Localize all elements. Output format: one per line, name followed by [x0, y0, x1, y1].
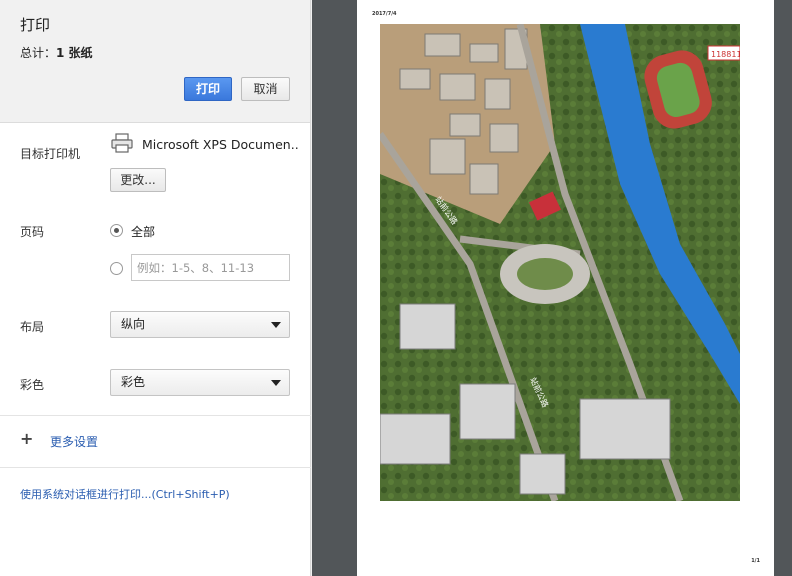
destination-label: 目标打印机: [20, 147, 81, 161]
total-label: 总计：: [20, 46, 57, 60]
plus-icon[interactable]: +: [20, 431, 33, 447]
watermark-text: 三门新闻: [684, 535, 756, 555]
print-button[interactable]: 打印: [184, 77, 232, 101]
chevron-down-icon: [271, 322, 281, 328]
pages-range-input[interactable]: [131, 254, 290, 281]
page-header-date: 2017/7/4: [372, 11, 397, 17]
print-header: 打印 总计：1 张纸 打印 取消: [0, 0, 310, 123]
color-value: 彩色: [121, 375, 146, 389]
sheet-total: 总计：1 张纸: [20, 44, 93, 61]
map-sign-label: 118811: [711, 50, 740, 59]
pages-label: 页码: [20, 225, 45, 239]
layout-label: 布局: [20, 320, 45, 334]
print-settings-panel: 打印 总计：1 张纸 打印 取消 目标打印机 Microsoft XPS Doc…: [0, 0, 311, 576]
cancel-button[interactable]: 取消: [241, 77, 290, 101]
pages-range-radio[interactable]: [110, 262, 123, 275]
divider: [0, 415, 311, 416]
chat-bubble-icon: [651, 532, 679, 553]
campus-map-image: 118811 站前公路 站前公路: [380, 24, 740, 501]
printer-name: Microsoft XPS Documen..: [142, 137, 299, 152]
system-dialog-link[interactable]: 使用系统对话框进行打印...(Ctrl+Shift+P): [20, 486, 230, 502]
total-value: 1 张纸: [56, 46, 93, 60]
layout-value: 纵向: [121, 317, 146, 331]
dialog-title: 打印: [20, 16, 51, 34]
watermark: 三门新闻: [650, 530, 756, 555]
print-preview-area[interactable]: 2017/7/4 118811 站前公路 站前公路 1/1: [312, 0, 792, 576]
layout-select[interactable]: 纵向: [110, 311, 290, 338]
pages-all-label: 全部: [131, 225, 156, 239]
change-printer-button[interactable]: 更改...: [110, 168, 166, 192]
color-label: 彩色: [20, 378, 45, 392]
preview-page: 2017/7/4 118811 站前公路 站前公路 1/1: [357, 0, 774, 576]
pages-all-radio[interactable]: [110, 224, 123, 237]
divider: [0, 467, 311, 468]
printer-icon: [111, 133, 133, 153]
page-number: 1/1: [751, 558, 760, 564]
chevron-down-icon: [271, 380, 281, 386]
more-settings-link[interactable]: 更多设置: [50, 433, 98, 450]
map-illustration: 118811 站前公路 站前公路: [380, 24, 740, 501]
color-select[interactable]: 彩色: [110, 369, 290, 396]
